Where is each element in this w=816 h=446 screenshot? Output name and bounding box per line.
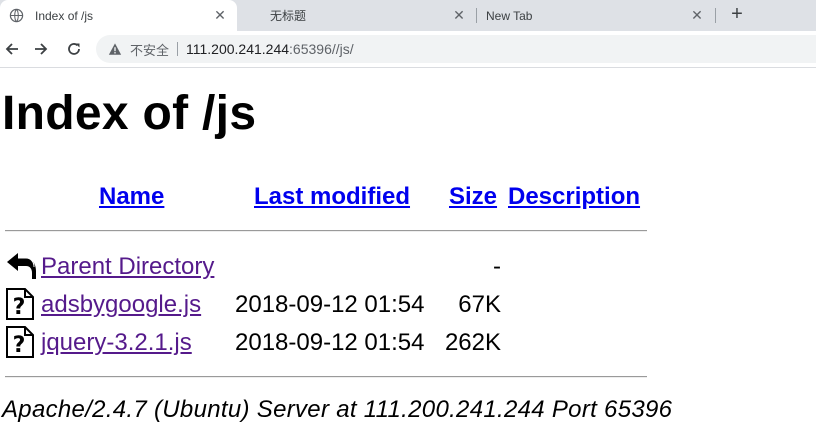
warning-icon[interactable] xyxy=(108,42,122,56)
close-tab-icon[interactable]: ✕ xyxy=(213,8,227,22)
tab-untitled[interactable]: 无标题 ✕ xyxy=(239,0,476,31)
server-signature: Apache/2.4.7 (Ubuntu) Server at 111.200.… xyxy=(2,396,673,423)
browser-toolbar: 不安全 111.200.241.244:65396//js/ xyxy=(0,31,816,68)
globe-icon xyxy=(9,8,24,23)
forward-button[interactable] xyxy=(29,37,53,61)
close-tab-icon[interactable]: ✕ xyxy=(452,8,466,22)
column-header-description: Description xyxy=(508,183,640,211)
unknown-file-icon: ? xyxy=(6,326,34,358)
address-bar[interactable]: 不安全 111.200.241.244:65396//js/ xyxy=(96,35,816,63)
forward-arrow-icon xyxy=(35,43,48,55)
tab-title: Index of /js xyxy=(35,8,94,23)
file-link[interactable]: adsbygoogle.js xyxy=(41,291,201,318)
top-divider xyxy=(5,230,647,232)
back-arrow-icon xyxy=(5,43,18,55)
page-title: Index of /js xyxy=(2,87,257,140)
svg-text:?: ? xyxy=(13,333,26,358)
reload-button[interactable] xyxy=(62,37,86,61)
sort-by-name-link[interactable]: Name xyxy=(99,183,164,210)
size-cell: - xyxy=(493,253,501,280)
sort-by-description-link[interactable]: Description xyxy=(508,183,640,210)
file-link[interactable]: jquery-3.2.1.js xyxy=(41,329,192,356)
size-cell: 262K xyxy=(444,329,501,356)
name-cell: jquery-3.2.1.js xyxy=(41,329,192,357)
bottom-divider xyxy=(5,376,647,378)
sort-by-size-link[interactable]: Size xyxy=(449,183,497,210)
name-cell: adsbygoogle.js xyxy=(41,291,201,319)
tab-strip: Index of /js ✕ 无标题 ✕ New Tab ✕ + xyxy=(0,0,816,31)
back-arrow-folder-icon xyxy=(7,253,36,279)
size-cell: 67K xyxy=(458,291,501,318)
url-path[interactable]: :65396//js/ xyxy=(289,41,354,57)
name-cell: Parent Directory xyxy=(41,253,214,281)
tab-title: New Tab xyxy=(486,8,533,23)
column-header-name: Name xyxy=(99,183,164,211)
unknown-file-icon: ? xyxy=(6,288,34,320)
tab-divider xyxy=(715,8,716,23)
svg-text:?: ? xyxy=(13,295,26,320)
last-modified-cell: 2018-09-12 01:54 xyxy=(235,291,425,318)
url-host[interactable]: 111.200.241.244 xyxy=(186,41,289,57)
column-header-size: Size xyxy=(449,183,497,211)
tab-title: 无标题 xyxy=(270,9,307,23)
column-header-last-modified: Last modified xyxy=(254,183,410,211)
not-secure-label[interactable]: 不安全 xyxy=(130,40,169,59)
parent-directory-link[interactable]: Parent Directory xyxy=(41,253,214,280)
sort-by-last-modified-link[interactable]: Last modified xyxy=(254,183,410,210)
close-tab-icon[interactable]: ✕ xyxy=(690,8,704,22)
tab-new-tab[interactable]: New Tab ✕ xyxy=(477,0,714,31)
back-button[interactable] xyxy=(0,37,24,61)
new-tab-button[interactable]: + xyxy=(726,4,748,26)
reload-icon xyxy=(68,43,80,55)
last-modified-cell: 2018-09-12 01:54 xyxy=(235,329,425,356)
address-divider xyxy=(177,42,179,56)
tab-index-js[interactable]: Index of /js ✕ xyxy=(0,0,237,31)
page-content: Index of /js Name Last modified Size Des… xyxy=(0,69,816,446)
